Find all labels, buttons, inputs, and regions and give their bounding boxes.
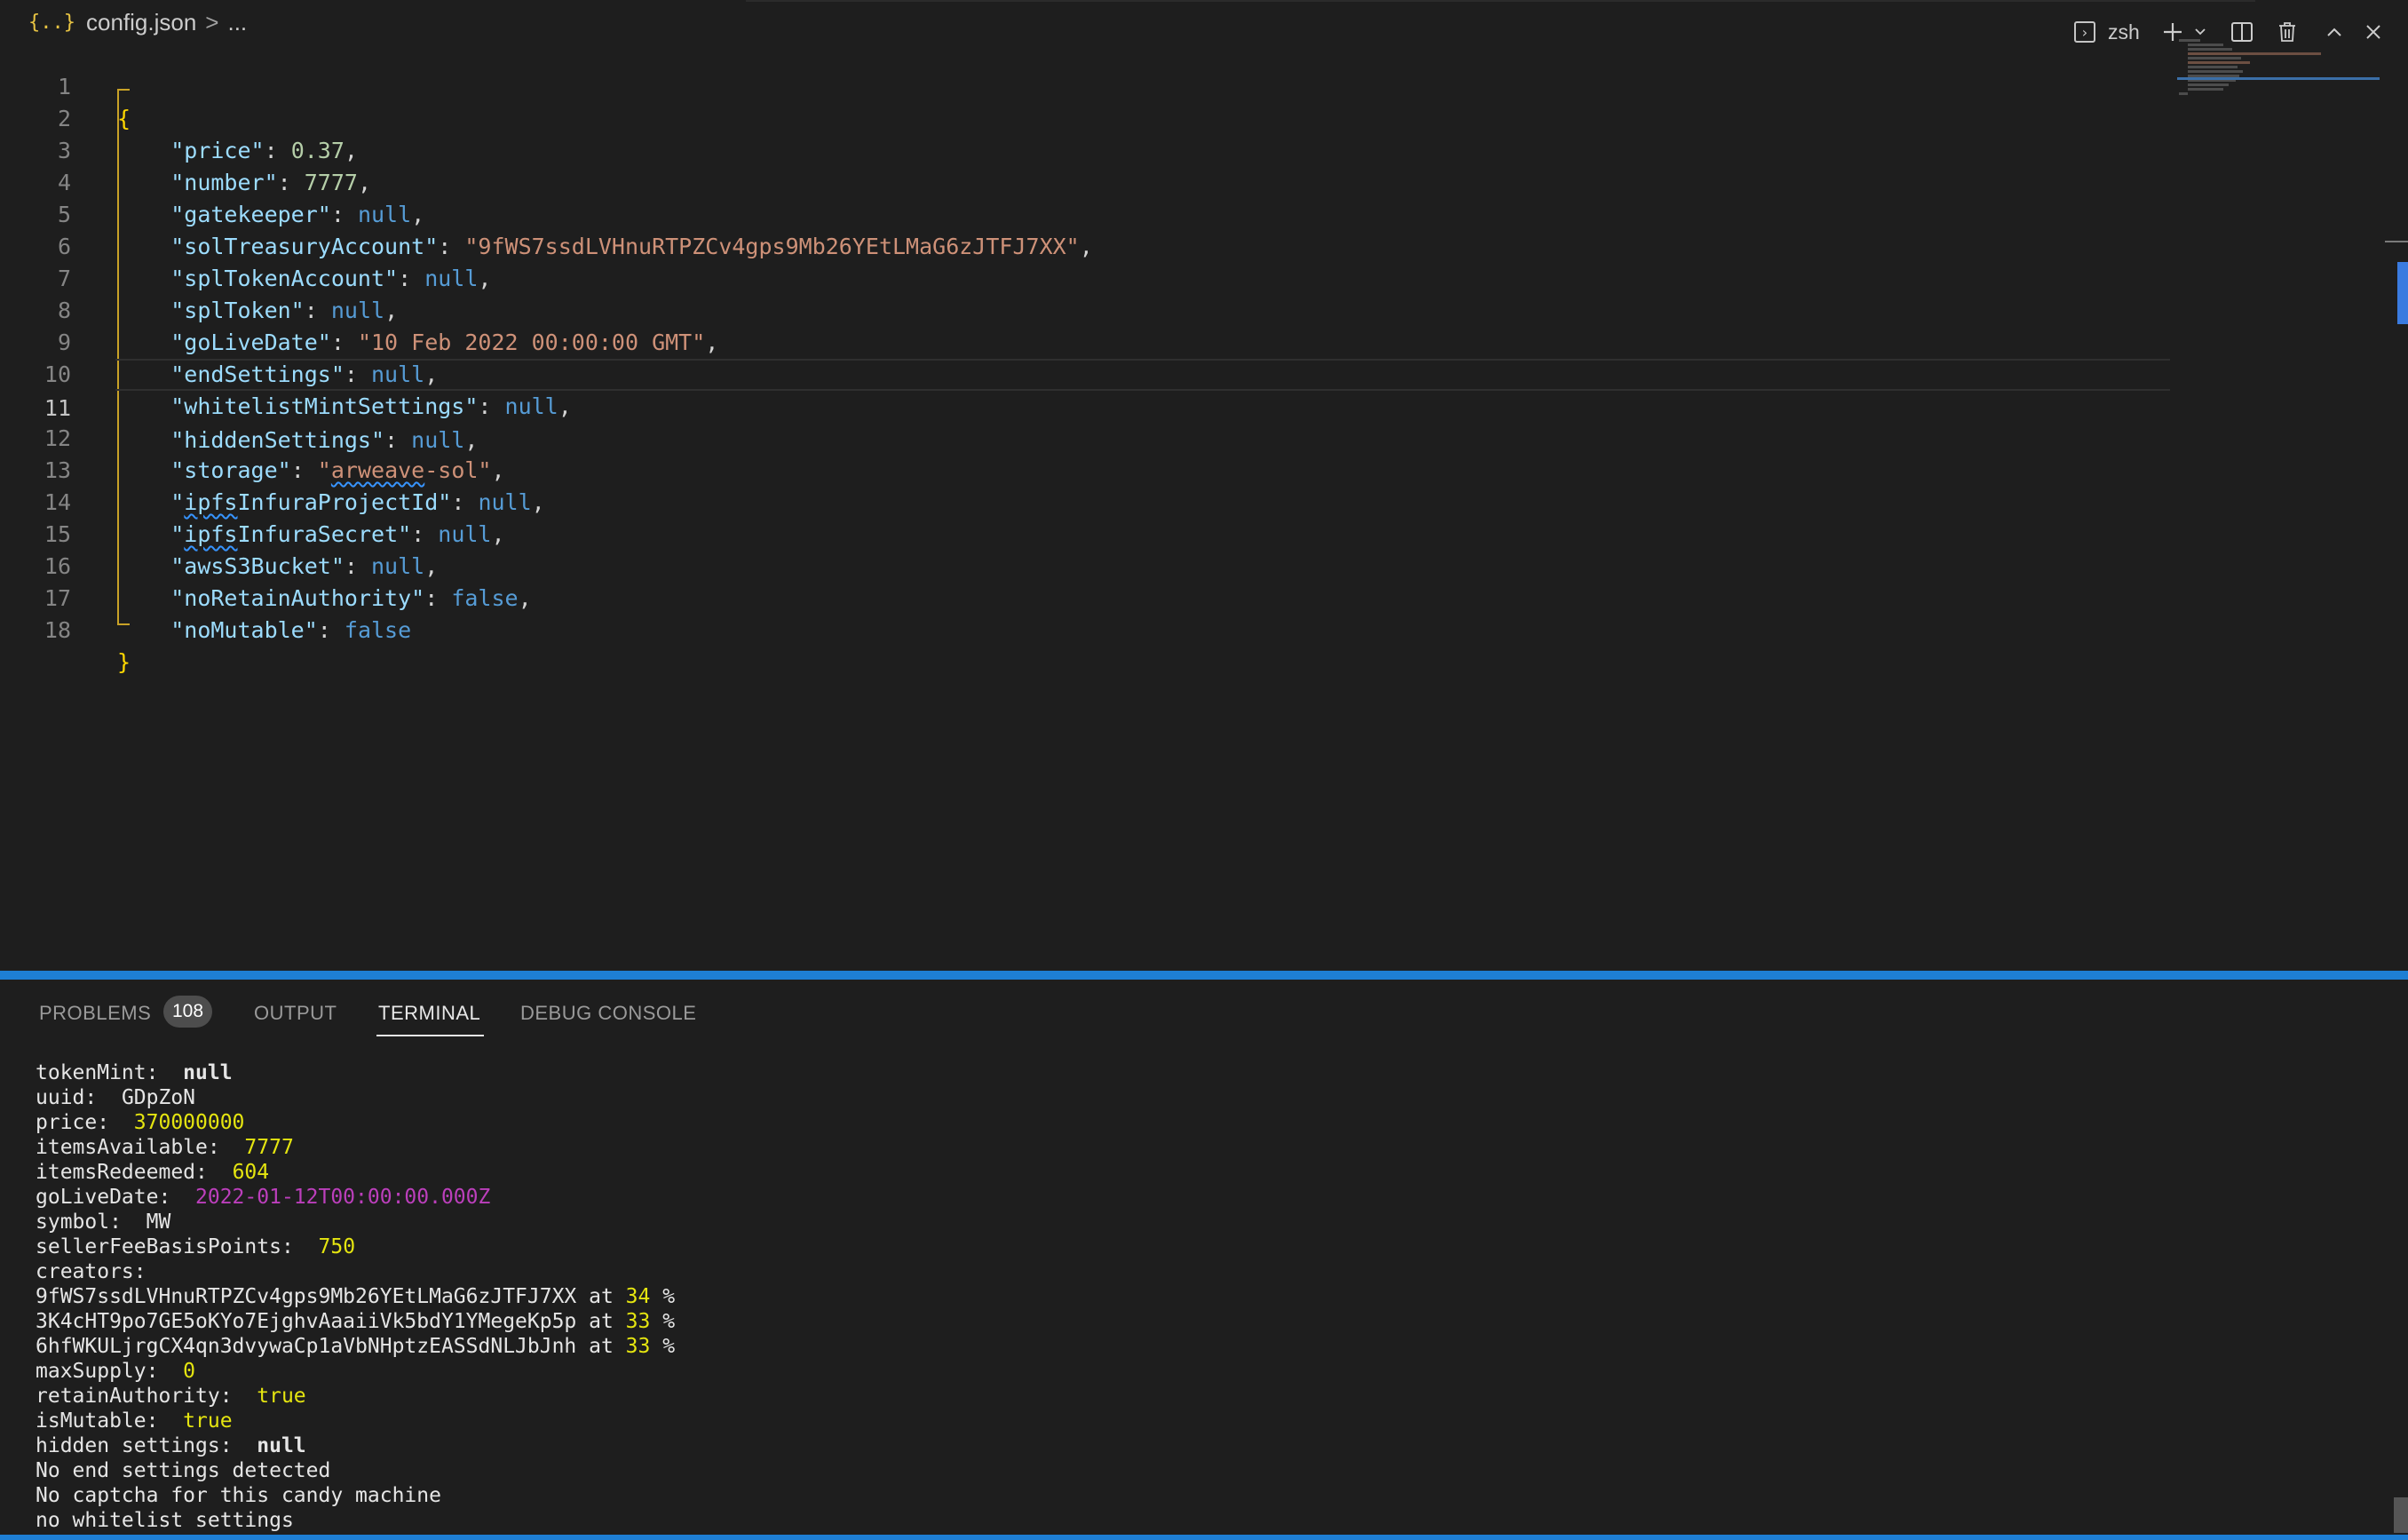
- terminal-line: creators:: [36, 1260, 147, 1283]
- terminal-line: No captcha for this candy machine: [36, 1484, 441, 1507]
- json-value: false: [344, 617, 412, 643]
- code-line[interactable]: 4 "gatekeeper": null,: [0, 135, 2175, 227]
- terminal-line: 3K4cHT9po7GE5oKYo7EjghvAaaiiVk5bdY1YMege…: [36, 1310, 676, 1333]
- json-braces-icon: {..}: [28, 11, 75, 34]
- terminal-selector[interactable]: › zsh: [2074, 16, 2140, 48]
- code-line[interactable]: 14 "ipfsInfuraSecret": null,: [0, 455, 2175, 547]
- overview-ruler-mark: [2385, 241, 2408, 242]
- line-number: 10: [44, 361, 71, 387]
- chevron-down-icon: [2195, 28, 2206, 36]
- terminal-line: hidden settings: null: [36, 1434, 306, 1457]
- terminal-icon: ›: [2074, 21, 2095, 43]
- maximize-panel-button[interactable]: [2325, 16, 2344, 48]
- breadcrumb: {..} config.json > ...: [0, 0, 2408, 44]
- shell-name: zsh: [2108, 20, 2140, 44]
- minimap[interactable]: [2175, 39, 2371, 110]
- terminal-line: goLiveDate: 2022-01-12T00:00:00.000Z: [36, 1186, 491, 1209]
- split-terminal-button[interactable]: [2230, 16, 2254, 48]
- terminal-line: No end settings detected: [36, 1459, 331, 1482]
- terminal-line: uuid: GDpZoN: [36, 1086, 196, 1109]
- terminal-line: itemsRedeemed: 604: [36, 1161, 270, 1184]
- code-line[interactable]: 16 "noRetainAuthority": false,: [0, 519, 2175, 611]
- code-line[interactable]: 15 "awsS3Bucket": null,: [0, 487, 2175, 579]
- terminal-line: no whitelist settings: [36, 1509, 294, 1532]
- panel-sash[interactable]: [0, 971, 2408, 980]
- code-line[interactable]: 6 "splTokenAccount": null,: [0, 199, 2175, 291]
- terminal-dropdown-button[interactable]: [2193, 16, 2207, 48]
- terminal-line: symbol: MW: [36, 1211, 171, 1234]
- terminal-line: maxSupply: 0: [36, 1360, 196, 1383]
- problems-count-badge: 108: [163, 996, 213, 1028]
- editor-scrollbar[interactable]: [2397, 262, 2408, 324]
- terminal-line: tokenMint: null: [36, 1061, 233, 1084]
- minimap-current-line: [2177, 77, 2380, 80]
- new-terminal-button[interactable]: [2161, 16, 2184, 48]
- breadcrumb-more[interactable]: ...: [227, 9, 247, 36]
- trash-icon: [2279, 22, 2295, 42]
- chevron-up-icon: [2327, 28, 2341, 36]
- terminal-line: itemsAvailable: 7777: [36, 1136, 294, 1159]
- code-line-current[interactable]: 11 "hiddenSettings": null,: [44, 359, 2170, 453]
- code-line[interactable]: 18 }: [0, 583, 2175, 675]
- plus-icon: [2164, 23, 2182, 41]
- terminal-line: sellerFeeBasisPoints: 750: [36, 1235, 356, 1258]
- line-number: 18: [44, 617, 71, 643]
- code-line[interactable]: 7 "splToken": null,: [0, 231, 2175, 323]
- code-line[interactable]: 13 "ipfsInfuraProjectId": null,: [0, 423, 2175, 515]
- tab-terminal[interactable]: TERMINAL: [376, 996, 485, 1036]
- terminal-line: isMutable: true: [36, 1409, 233, 1433]
- code-line[interactable]: 3 "number": 7777,: [0, 103, 2175, 195]
- panel-tabs: PROBLEMS 108 OUTPUT TERMINAL DEBUG CONSO…: [0, 980, 2408, 1038]
- code-line[interactable]: 12 "storage": "arweave-sol",: [0, 391, 2175, 483]
- breadcrumb-separator: >: [205, 8, 219, 36]
- terminal-line: price: 370000000: [36, 1111, 245, 1134]
- json-key: "noMutable": [170, 617, 318, 643]
- terminal-line: retainAuthority: true: [36, 1385, 306, 1408]
- terminal-output[interactable]: tokenMint: null uuid: GDpZoN price: 3700…: [36, 1060, 2362, 1533]
- kill-terminal-button[interactable]: [2277, 16, 2298, 48]
- code-line[interactable]: 10 "whitelistMintSettings": null,: [0, 327, 2175, 419]
- code-line[interactable]: 2 "price": 0.37,: [0, 71, 2175, 163]
- code-line[interactable]: 8 "goLiveDate": "10 Feb 2022 00:00:00 GM…: [0, 263, 2175, 355]
- code-line[interactable]: 5 "solTreasuryAccount": "9fWS7ssdLVHnuRT…: [0, 167, 2175, 259]
- terminal-scrollbar[interactable]: [2394, 1497, 2408, 1533]
- breadcrumb-file[interactable]: config.json: [86, 9, 196, 36]
- status-bar-edge: [0, 1535, 2408, 1540]
- code-editor[interactable]: 1 { 2 "price": 0.37, 3 "number": 7777, 4…: [0, 39, 2175, 675]
- terminal-line: 6hfWKULjrgCX4qn3dvywaCp1aVbNHptzEASSdNLJ…: [36, 1335, 676, 1358]
- close-brace: }: [117, 649, 131, 675]
- split-icon: [2231, 22, 2253, 42]
- code-line[interactable]: 9 "endSettings": null,: [0, 295, 2175, 387]
- close-panel-button[interactable]: [2364, 16, 2383, 48]
- close-icon: [2366, 25, 2380, 39]
- tab-problems[interactable]: PROBLEMS: [39, 996, 151, 1031]
- tab-output[interactable]: OUTPUT: [254, 996, 337, 1031]
- code-line[interactable]: 17 "noMutable": false: [0, 551, 2175, 643]
- code-line[interactable]: 1 {: [0, 39, 2175, 131]
- tab-debug-console[interactable]: DEBUG CONSOLE: [520, 996, 696, 1031]
- terminal-line: 9fWS7ssdLVHnuRTPZCv4gps9Mb26YEtLMaG6zJTF…: [36, 1285, 676, 1308]
